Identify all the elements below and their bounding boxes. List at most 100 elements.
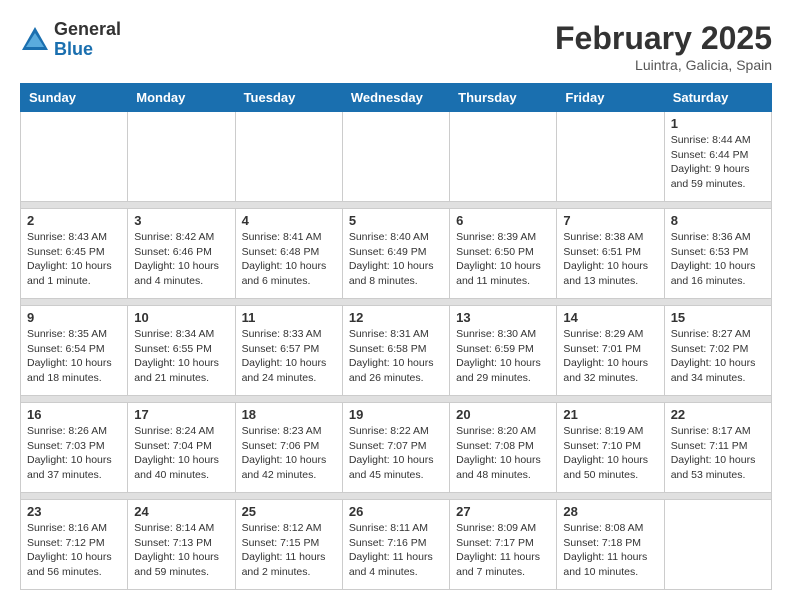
day-cell: 10Sunrise: 8:34 AM Sunset: 6:55 PM Dayli… <box>128 306 235 396</box>
day-cell: 5Sunrise: 8:40 AM Sunset: 6:49 PM Daylig… <box>342 209 449 299</box>
day-cell: 17 Sunrise: 8:24 AM Sunset: 7:04 PM Dayli… <box>128 403 235 493</box>
day-number: 7 <box>563 213 657 228</box>
logo: General Blue <box>20 20 121 60</box>
day-number: 6 <box>456 213 550 228</box>
logo-icon <box>20 25 50 55</box>
day-cell: 19Sunrise: 8:22 AM Sunset: 7:07 PM Dayli… <box>342 403 449 493</box>
weekday-header-sunday: Sunday <box>21 84 128 112</box>
day-cell: 12Sunrise: 8:31 AM Sunset: 6:58 PM Dayli… <box>342 306 449 396</box>
day-cell <box>128 112 235 202</box>
day-cell <box>450 112 557 202</box>
page-header: General Blue February 2025 Luintra, Gali… <box>20 20 772 73</box>
day-info: Sunrise: 8:09 AM Sunset: 7:17 PM Dayligh… <box>456 521 550 580</box>
day-info: Sunrise: 8:14 AM Sunset: 7:13 PM Dayligh… <box>134 521 228 580</box>
day-cell: 15Sunrise: 8:27 AM Sunset: 7:02 PM Dayli… <box>664 306 771 396</box>
day-cell: 23 Sunrise: 8:16 AM Sunset: 7:12 PM Dayli… <box>21 500 128 590</box>
day-cell: 13 Sunrise: 8:30 AM Sunset: 6:59 PM Dayli… <box>450 306 557 396</box>
day-number: 28 <box>563 504 657 519</box>
week-separator <box>21 396 772 403</box>
week-row-1: 1 Sunrise: 8:44 AM Sunset: 6:44 PM Daylig… <box>21 112 772 202</box>
day-number: 8 <box>671 213 765 228</box>
day-cell: 22 Sunrise: 8:17 AM Sunset: 7:11 PM Dayli… <box>664 403 771 493</box>
day-info: Sunrise: 8:23 AM Sunset: 7:06 PM Dayligh… <box>242 424 336 483</box>
day-cell: 16 Sunrise: 8:26 AM Sunset: 7:03 PM Dayli… <box>21 403 128 493</box>
day-cell: 18 Sunrise: 8:23 AM Sunset: 7:06 PM Dayli… <box>235 403 342 493</box>
day-info: Sunrise: 8:24 AM Sunset: 7:04 PM Dayligh… <box>134 424 228 483</box>
day-number: 23 <box>27 504 121 519</box>
day-info: Sunrise: 8:31 AM Sunset: 6:58 PM Dayligh… <box>349 327 443 386</box>
day-cell <box>21 112 128 202</box>
day-number: 10 <box>134 310 228 325</box>
day-number: 21 <box>563 407 657 422</box>
day-cell: 27 Sunrise: 8:09 AM Sunset: 7:17 PM Dayli… <box>450 500 557 590</box>
day-cell: 21 Sunrise: 8:19 AM Sunset: 7:10 PM Dayli… <box>557 403 664 493</box>
day-info: Sunrise: 8:16 AM Sunset: 7:12 PM Dayligh… <box>27 521 121 580</box>
location-subtitle: Luintra, Galicia, Spain <box>555 57 772 73</box>
weekday-header-saturday: Saturday <box>664 84 771 112</box>
day-cell: 28 Sunrise: 8:08 AM Sunset: 7:18 PM Dayli… <box>557 500 664 590</box>
day-number: 9 <box>27 310 121 325</box>
day-cell: 6 Sunrise: 8:39 AM Sunset: 6:50 PM Daylig… <box>450 209 557 299</box>
day-info: Sunrise: 8:19 AM Sunset: 7:10 PM Dayligh… <box>563 424 657 483</box>
day-info: Sunrise: 8:33 AM Sunset: 6:57 PM Dayligh… <box>242 327 336 386</box>
day-number: 14 <box>563 310 657 325</box>
calendar-table: SundayMondayTuesdayWednesdayThursdayFrid… <box>20 83 772 590</box>
day-cell: 1 Sunrise: 8:44 AM Sunset: 6:44 PM Daylig… <box>664 112 771 202</box>
logo-general: General <box>54 20 121 40</box>
logo-blue: Blue <box>54 40 121 60</box>
week-row-3: 9 Sunrise: 8:35 AM Sunset: 6:54 PM Daylig… <box>21 306 772 396</box>
day-cell: 20Sunrise: 8:20 AM Sunset: 7:08 PM Dayli… <box>450 403 557 493</box>
day-info: Sunrise: 8:43 AM Sunset: 6:45 PM Dayligh… <box>27 230 121 289</box>
day-number: 25 <box>242 504 336 519</box>
day-number: 3 <box>134 213 228 228</box>
weekday-header-wednesday: Wednesday <box>342 84 449 112</box>
day-info: Sunrise: 8:41 AM Sunset: 6:48 PM Dayligh… <box>242 230 336 289</box>
day-cell <box>664 500 771 590</box>
day-cell <box>235 112 342 202</box>
week-separator <box>21 493 772 500</box>
month-title: February 2025 <box>555 20 772 57</box>
day-cell: 4 Sunrise: 8:41 AM Sunset: 6:48 PM Daylig… <box>235 209 342 299</box>
day-info: Sunrise: 8:20 AM Sunset: 7:08 PM Dayligh… <box>456 424 550 483</box>
weekday-header-friday: Friday <box>557 84 664 112</box>
day-info: Sunrise: 8:44 AM Sunset: 6:44 PM Dayligh… <box>671 133 765 192</box>
day-info: Sunrise: 8:26 AM Sunset: 7:03 PM Dayligh… <box>27 424 121 483</box>
day-cell: 8 Sunrise: 8:36 AM Sunset: 6:53 PM Daylig… <box>664 209 771 299</box>
day-cell: 11Sunrise: 8:33 AM Sunset: 6:57 PM Dayli… <box>235 306 342 396</box>
day-cell: 7 Sunrise: 8:38 AM Sunset: 6:51 PM Daylig… <box>557 209 664 299</box>
day-number: 4 <box>242 213 336 228</box>
day-info: Sunrise: 8:29 AM Sunset: 7:01 PM Dayligh… <box>563 327 657 386</box>
day-number: 13 <box>456 310 550 325</box>
day-cell <box>557 112 664 202</box>
day-info: Sunrise: 8:35 AM Sunset: 6:54 PM Dayligh… <box>27 327 121 386</box>
day-info: Sunrise: 8:08 AM Sunset: 7:18 PM Dayligh… <box>563 521 657 580</box>
day-info: Sunrise: 8:38 AM Sunset: 6:51 PM Dayligh… <box>563 230 657 289</box>
day-info: Sunrise: 8:27 AM Sunset: 7:02 PM Dayligh… <box>671 327 765 386</box>
day-number: 2 <box>27 213 121 228</box>
week-row-4: 16 Sunrise: 8:26 AM Sunset: 7:03 PM Dayli… <box>21 403 772 493</box>
day-number: 26 <box>349 504 443 519</box>
day-number: 27 <box>456 504 550 519</box>
day-number: 16 <box>27 407 121 422</box>
day-number: 1 <box>671 116 765 131</box>
day-number: 22 <box>671 407 765 422</box>
week-separator <box>21 202 772 209</box>
day-cell: 9 Sunrise: 8:35 AM Sunset: 6:54 PM Daylig… <box>21 306 128 396</box>
day-cell: 25Sunrise: 8:12 AM Sunset: 7:15 PM Dayli… <box>235 500 342 590</box>
day-info: Sunrise: 8:22 AM Sunset: 7:07 PM Dayligh… <box>349 424 443 483</box>
day-number: 5 <box>349 213 443 228</box>
day-cell: 24Sunrise: 8:14 AM Sunset: 7:13 PM Dayli… <box>128 500 235 590</box>
day-cell: 26 Sunrise: 8:11 AM Sunset: 7:16 PM Dayli… <box>342 500 449 590</box>
day-cell <box>342 112 449 202</box>
weekday-header-monday: Monday <box>128 84 235 112</box>
day-info: Sunrise: 8:36 AM Sunset: 6:53 PM Dayligh… <box>671 230 765 289</box>
day-info: Sunrise: 8:17 AM Sunset: 7:11 PM Dayligh… <box>671 424 765 483</box>
day-number: 18 <box>242 407 336 422</box>
day-cell: 14 Sunrise: 8:29 AM Sunset: 7:01 PM Dayli… <box>557 306 664 396</box>
day-info: Sunrise: 8:30 AM Sunset: 6:59 PM Dayligh… <box>456 327 550 386</box>
weekday-header-thursday: Thursday <box>450 84 557 112</box>
day-number: 17 <box>134 407 228 422</box>
title-block: February 2025 Luintra, Galicia, Spain <box>555 20 772 73</box>
day-info: Sunrise: 8:39 AM Sunset: 6:50 PM Dayligh… <box>456 230 550 289</box>
day-info: Sunrise: 8:11 AM Sunset: 7:16 PM Dayligh… <box>349 521 443 580</box>
